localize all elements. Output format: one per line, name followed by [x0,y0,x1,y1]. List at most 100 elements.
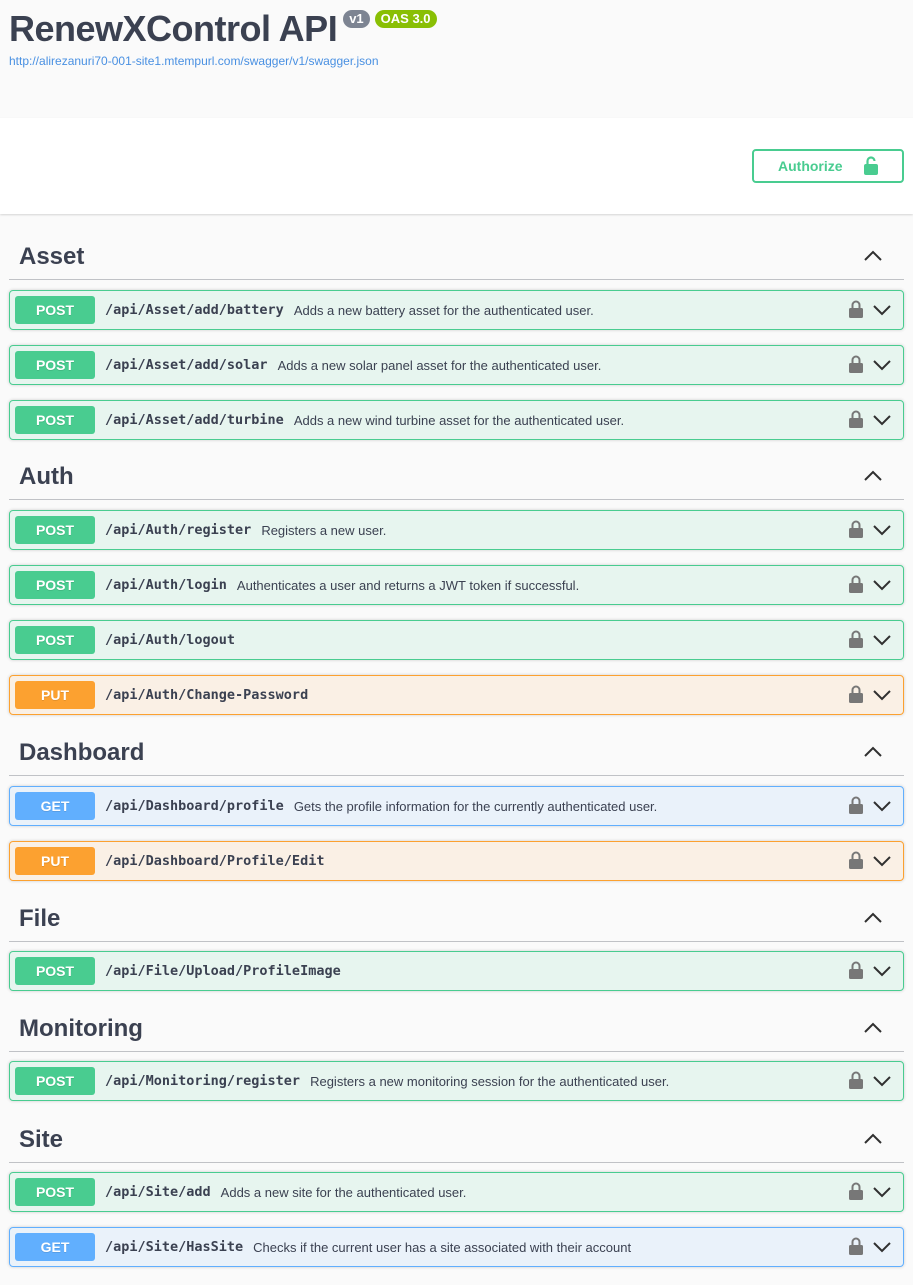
lock-icon[interactable] [849,851,863,874]
lock-icon[interactable] [849,1182,863,1205]
method-badge: PUT [15,681,95,709]
operation-summary: Adds a new wind turbine asset for the au… [293,412,625,428]
operation-summary: Registers a new monitoring session for t… [310,1073,670,1089]
tag-header-asset[interactable]: Asset [9,235,904,280]
operation-summary: Adds a new solar panel asset for the aut… [277,357,602,373]
method-badge: POST [15,626,95,654]
operation-path: /api/Dashboard/profile [105,798,284,814]
operation-row[interactable]: POST/api/Site/add Adds a new site for the… [9,1172,904,1212]
tag-header-monitoring[interactable]: Monitoring [9,1007,904,1052]
info-header: RenewXControl API v1 OAS 3.0 http://alir… [0,0,913,118]
operation-row[interactable]: PUT/api/Dashboard/Profile/Edit [9,841,904,881]
tag-name: Monitoring [19,1015,143,1042]
chevron-down-icon[interactable] [873,413,891,431]
operation-path: /api/Site/HasSite [105,1239,244,1255]
operation-row[interactable]: POST/api/Asset/add/solar Adds a new solar… [9,345,904,385]
operation-path: /api/Auth/Change-Password [105,687,309,703]
method-badge: POST [15,957,95,985]
operation-path: /api/Asset/add/turbine [105,412,284,428]
version-badge: v1 [343,10,370,28]
chevron-up-icon[interactable] [864,1132,882,1150]
method-badge: POST [15,1067,95,1095]
tag-name: File [19,905,61,932]
authorize-button[interactable]: Authorize [752,149,904,183]
tag-header-dashboard[interactable]: Dashboard [9,731,904,776]
method-badge: GET [15,1233,95,1261]
authorize-label: Authorize [778,158,843,174]
tag-name: Auth [19,463,74,490]
method-badge: POST [15,571,95,599]
operation-path: /api/File/Upload/ProfileImage [105,963,341,979]
lock-icon[interactable] [849,520,863,543]
method-badge: POST [15,406,95,434]
operation-row[interactable]: POST/api/Auth/register Registers a new us… [9,510,904,550]
chevron-down-icon[interactable] [873,964,891,982]
chevron-down-icon[interactable] [873,854,891,872]
chevron-down-icon[interactable] [873,1240,891,1258]
operation-path: /api/Auth/register [105,522,252,538]
operation-path: /api/Dashboard/Profile/Edit [105,853,325,869]
operation-summary: Registers a new user. [261,522,387,538]
operation-path: /api/Asset/add/solar [105,357,268,373]
lock-icon[interactable] [849,300,863,323]
operation-row[interactable]: POST/api/Asset/add/turbine Adds a new win… [9,400,904,440]
operation-summary: Checks if the current user has a site as… [253,1239,632,1255]
chevron-down-icon[interactable] [873,358,891,376]
method-badge: POST [15,296,95,324]
api-title: RenewXControl API [9,8,338,49]
title-row: RenewXControl API v1 OAS 3.0 [9,7,437,51]
operation-path: /api/Auth/logout [105,632,236,648]
operation-row[interactable]: POST/api/Auth/login Authenticates a user … [9,565,904,605]
operation-summary: Authenticates a user and returns a JWT t… [236,577,580,593]
lock-open-icon [864,156,878,178]
operation-row[interactable]: POST/api/Monitoring/register Registers a … [9,1061,904,1101]
scheme-container: Authorize [0,118,913,214]
chevron-down-icon[interactable] [873,799,891,817]
operation-row[interactable]: GET/api/Dashboard/profile Gets the profil… [9,786,904,826]
operation-row[interactable]: POST/api/Auth/logout [9,620,904,660]
operation-row[interactable]: GET/api/Site/HasSite Checks if the curren… [9,1227,904,1267]
tag-name: Asset [19,243,85,270]
chevron-up-icon[interactable] [864,469,882,487]
tag-header-file[interactable]: File [9,897,904,942]
chevron-down-icon[interactable] [873,523,891,541]
chevron-down-icon[interactable] [873,633,891,651]
chevron-down-icon[interactable] [873,1185,891,1203]
lock-icon[interactable] [849,410,863,433]
lock-icon[interactable] [849,1237,863,1260]
tag-name: Dashboard [19,739,145,766]
chevron-down-icon[interactable] [873,688,891,706]
operation-summary: Adds a new battery asset for the authent… [293,302,594,318]
lock-icon[interactable] [849,685,863,708]
lock-icon[interactable] [849,1071,863,1094]
method-badge: POST [15,1178,95,1206]
operation-row[interactable]: POST/api/Asset/add/battery Adds a new bat… [9,290,904,330]
operation-path: /api/Site/add [105,1184,211,1200]
operation-row[interactable]: PUT/api/Auth/Change-Password [9,675,904,715]
tag-name: Site [19,1126,64,1153]
operation-summary: Adds a new site for the authenticated us… [220,1184,467,1200]
operation-row[interactable]: POST/api/File/Upload/ProfileImage [9,951,904,991]
chevron-up-icon[interactable] [864,745,882,763]
lock-icon[interactable] [849,575,863,598]
chevron-up-icon[interactable] [864,249,882,267]
chevron-down-icon[interactable] [873,303,891,321]
tag-header-site[interactable]: Site [9,1118,904,1163]
operation-path: /api/Auth/login [105,577,227,593]
lock-icon[interactable] [849,355,863,378]
lock-icon[interactable] [849,630,863,653]
chevron-up-icon[interactable] [864,911,882,929]
chevron-down-icon[interactable] [873,578,891,596]
method-badge: POST [15,516,95,544]
chevron-down-icon[interactable] [873,1074,891,1092]
operation-summary: Gets the profile information for the cur… [293,798,658,814]
lock-icon[interactable] [849,961,863,984]
lock-icon[interactable] [849,796,863,819]
operation-path: /api/Asset/add/battery [105,302,284,318]
chevron-up-icon[interactable] [864,1021,882,1039]
tag-header-auth[interactable]: Auth [9,455,904,500]
spec-url-link[interactable]: http://alirezanuri70-001-site1.mtempurl.… [9,54,379,68]
oas-badge: OAS 3.0 [374,10,437,28]
operation-path: /api/Monitoring/register [105,1073,301,1089]
method-badge: GET [15,792,95,820]
